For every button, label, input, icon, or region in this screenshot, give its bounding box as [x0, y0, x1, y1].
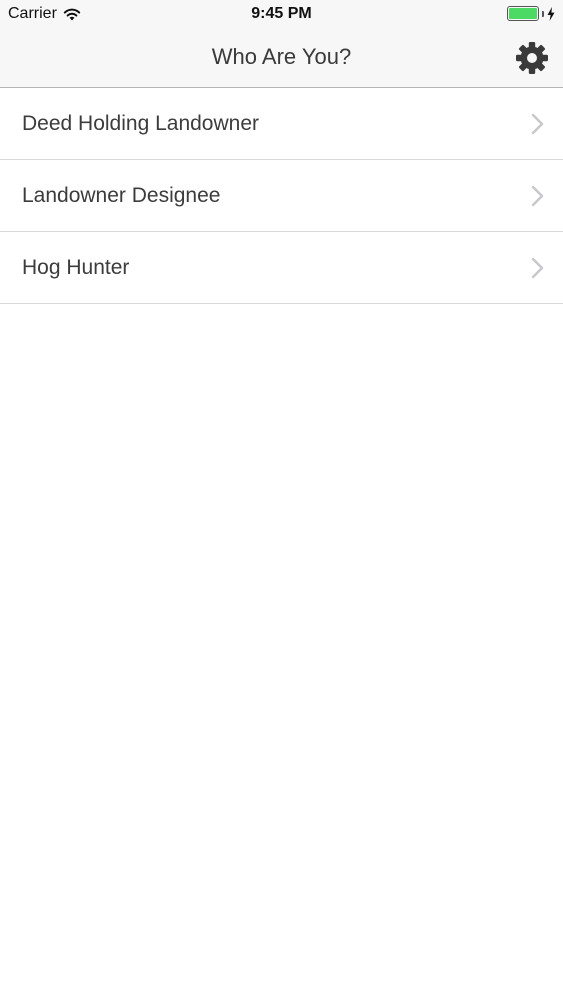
list-item-label: Deed Holding Landowner: [22, 111, 259, 135]
status-time: 9:45 PM: [251, 5, 312, 22]
navigation-bar: Who Are You?: [0, 28, 563, 87]
battery-indicator: [507, 6, 555, 21]
chevron-right-icon: [531, 257, 544, 278]
top-bar: Carrier 9:45 PM Who Are You?: [0, 0, 563, 88]
battery-tip: [542, 10, 544, 17]
list-item-landowner-designee[interactable]: Landowner Designee: [0, 160, 563, 232]
list-item-label: Landowner Designee: [22, 183, 221, 207]
gear-icon: [516, 42, 548, 74]
list-item-label: Hog Hunter: [22, 255, 130, 279]
settings-button[interactable]: [513, 39, 551, 77]
charging-bolt-icon: [547, 6, 555, 21]
battery-icon: [507, 6, 539, 21]
chevron-right-icon: [531, 185, 544, 206]
chevron-right-icon: [531, 113, 544, 134]
screen: Carrier 9:45 PM Who Are You? Deed Holdin…: [0, 0, 563, 1000]
status-bar: Carrier 9:45 PM: [0, 0, 563, 28]
battery-fill: [509, 8, 537, 19]
list-item-deed-holding-landowner[interactable]: Deed Holding Landowner: [0, 88, 563, 160]
page-title: Who Are You?: [211, 44, 352, 69]
list-item-hog-hunter[interactable]: Hog Hunter: [0, 232, 563, 304]
role-list: Deed Holding Landowner Landowner Designe…: [0, 88, 563, 304]
